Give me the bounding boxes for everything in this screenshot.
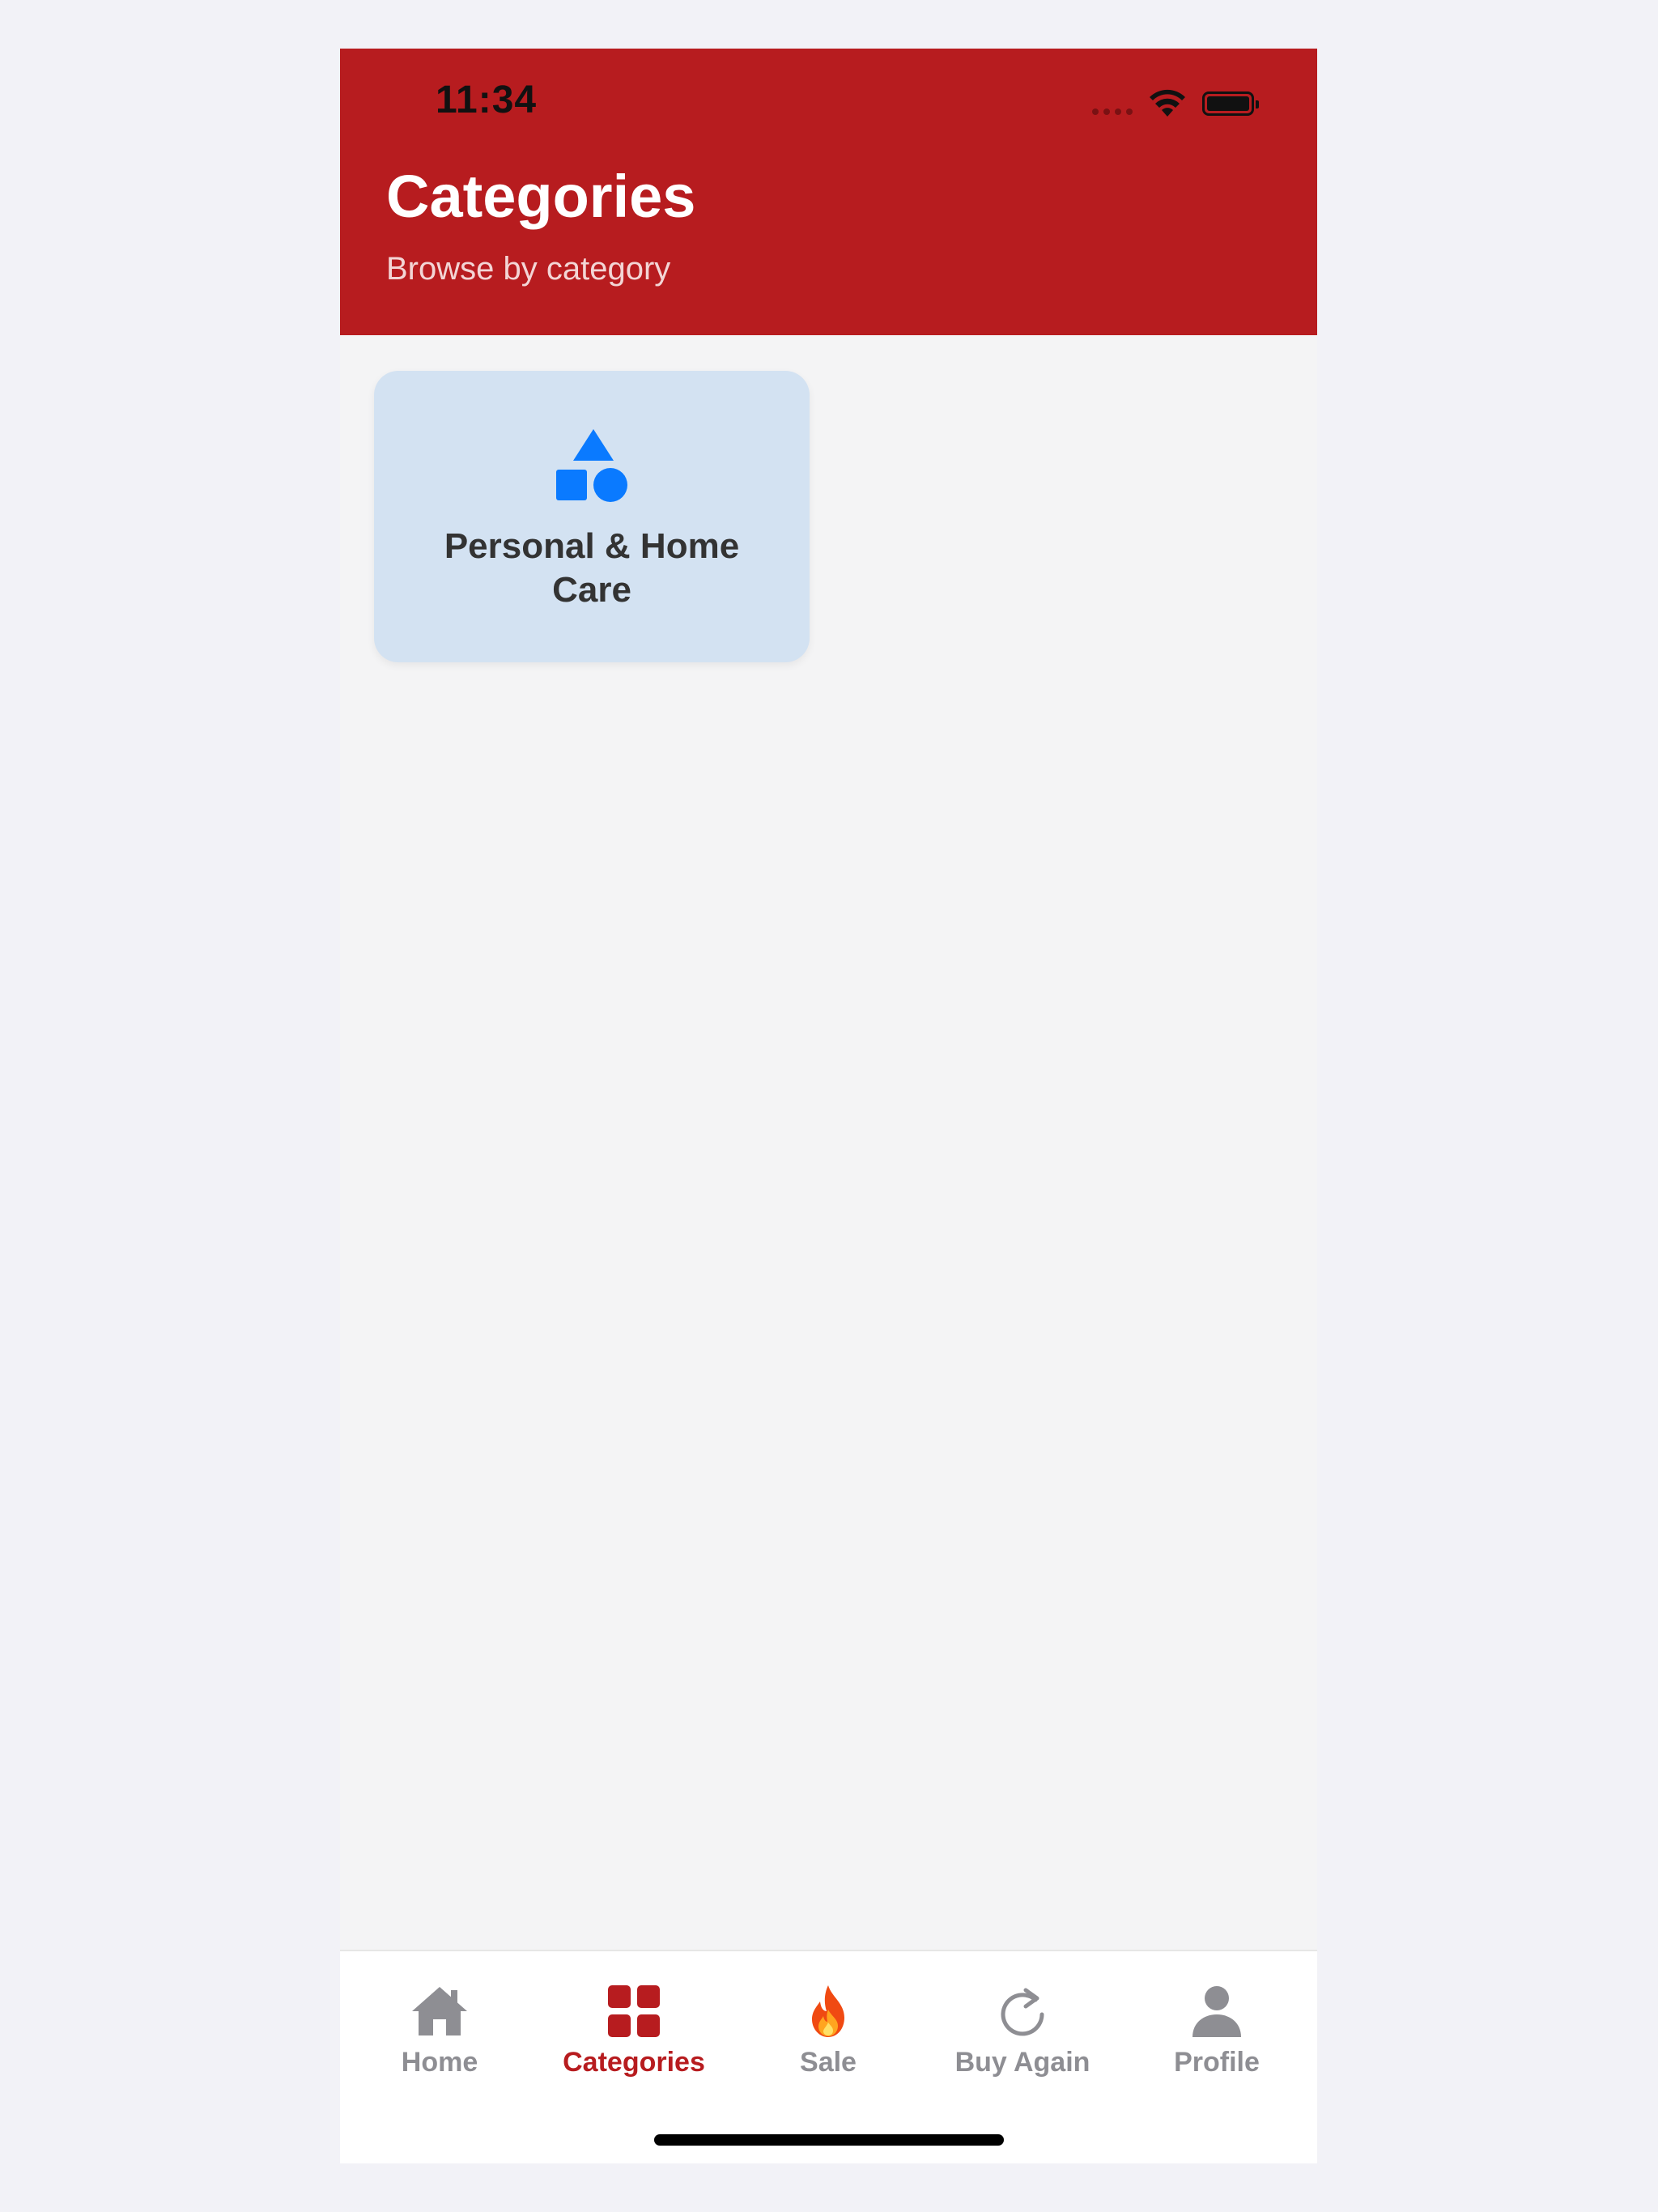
tab-sale[interactable]: Sale — [731, 1982, 925, 2078]
status-indicators — [1092, 89, 1259, 118]
home-indicator[interactable] — [654, 2134, 1004, 2146]
page-subtitle: Browse by category — [386, 251, 671, 287]
fire-icon — [812, 1985, 844, 2037]
tab-profile[interactable]: Profile — [1120, 1982, 1314, 2078]
cellular-signal-icon — [1092, 108, 1133, 115]
app-screen: 11:34 Categories Browse by category Pers… — [340, 49, 1317, 2163]
battery-icon — [1202, 91, 1259, 116]
tab-label-categories: Categories — [563, 2047, 705, 2078]
wifi-icon — [1150, 89, 1185, 117]
refresh-icon — [1001, 1988, 1044, 2036]
person-icon — [1192, 1986, 1241, 2037]
tab-label-sale: Sale — [800, 2047, 857, 2078]
shapes-icon — [556, 429, 627, 502]
status-time: 11:34 — [436, 79, 538, 121]
tab-categories[interactable]: Categories — [537, 1982, 731, 2078]
grid-icon — [608, 1985, 660, 2037]
header: 11:34 Categories Browse by category — [340, 49, 1317, 335]
tab-home[interactable]: Home — [342, 1982, 537, 2078]
house-icon — [412, 1987, 467, 2035]
tab-label-home: Home — [401, 2047, 478, 2078]
tab-buy-again[interactable]: Buy Again — [925, 1982, 1120, 2078]
tab-label-profile: Profile — [1174, 2047, 1260, 2078]
page-title: Categories — [386, 163, 696, 230]
tab-bar: Home Categories Sale Buy Again Profile — [340, 1950, 1317, 2163]
category-card-personal-home-care[interactable]: Personal & Home Care — [374, 371, 810, 662]
tab-label-buy-again: Buy Again — [954, 2047, 1090, 2078]
category-label: Personal & Home Care — [444, 526, 740, 610]
